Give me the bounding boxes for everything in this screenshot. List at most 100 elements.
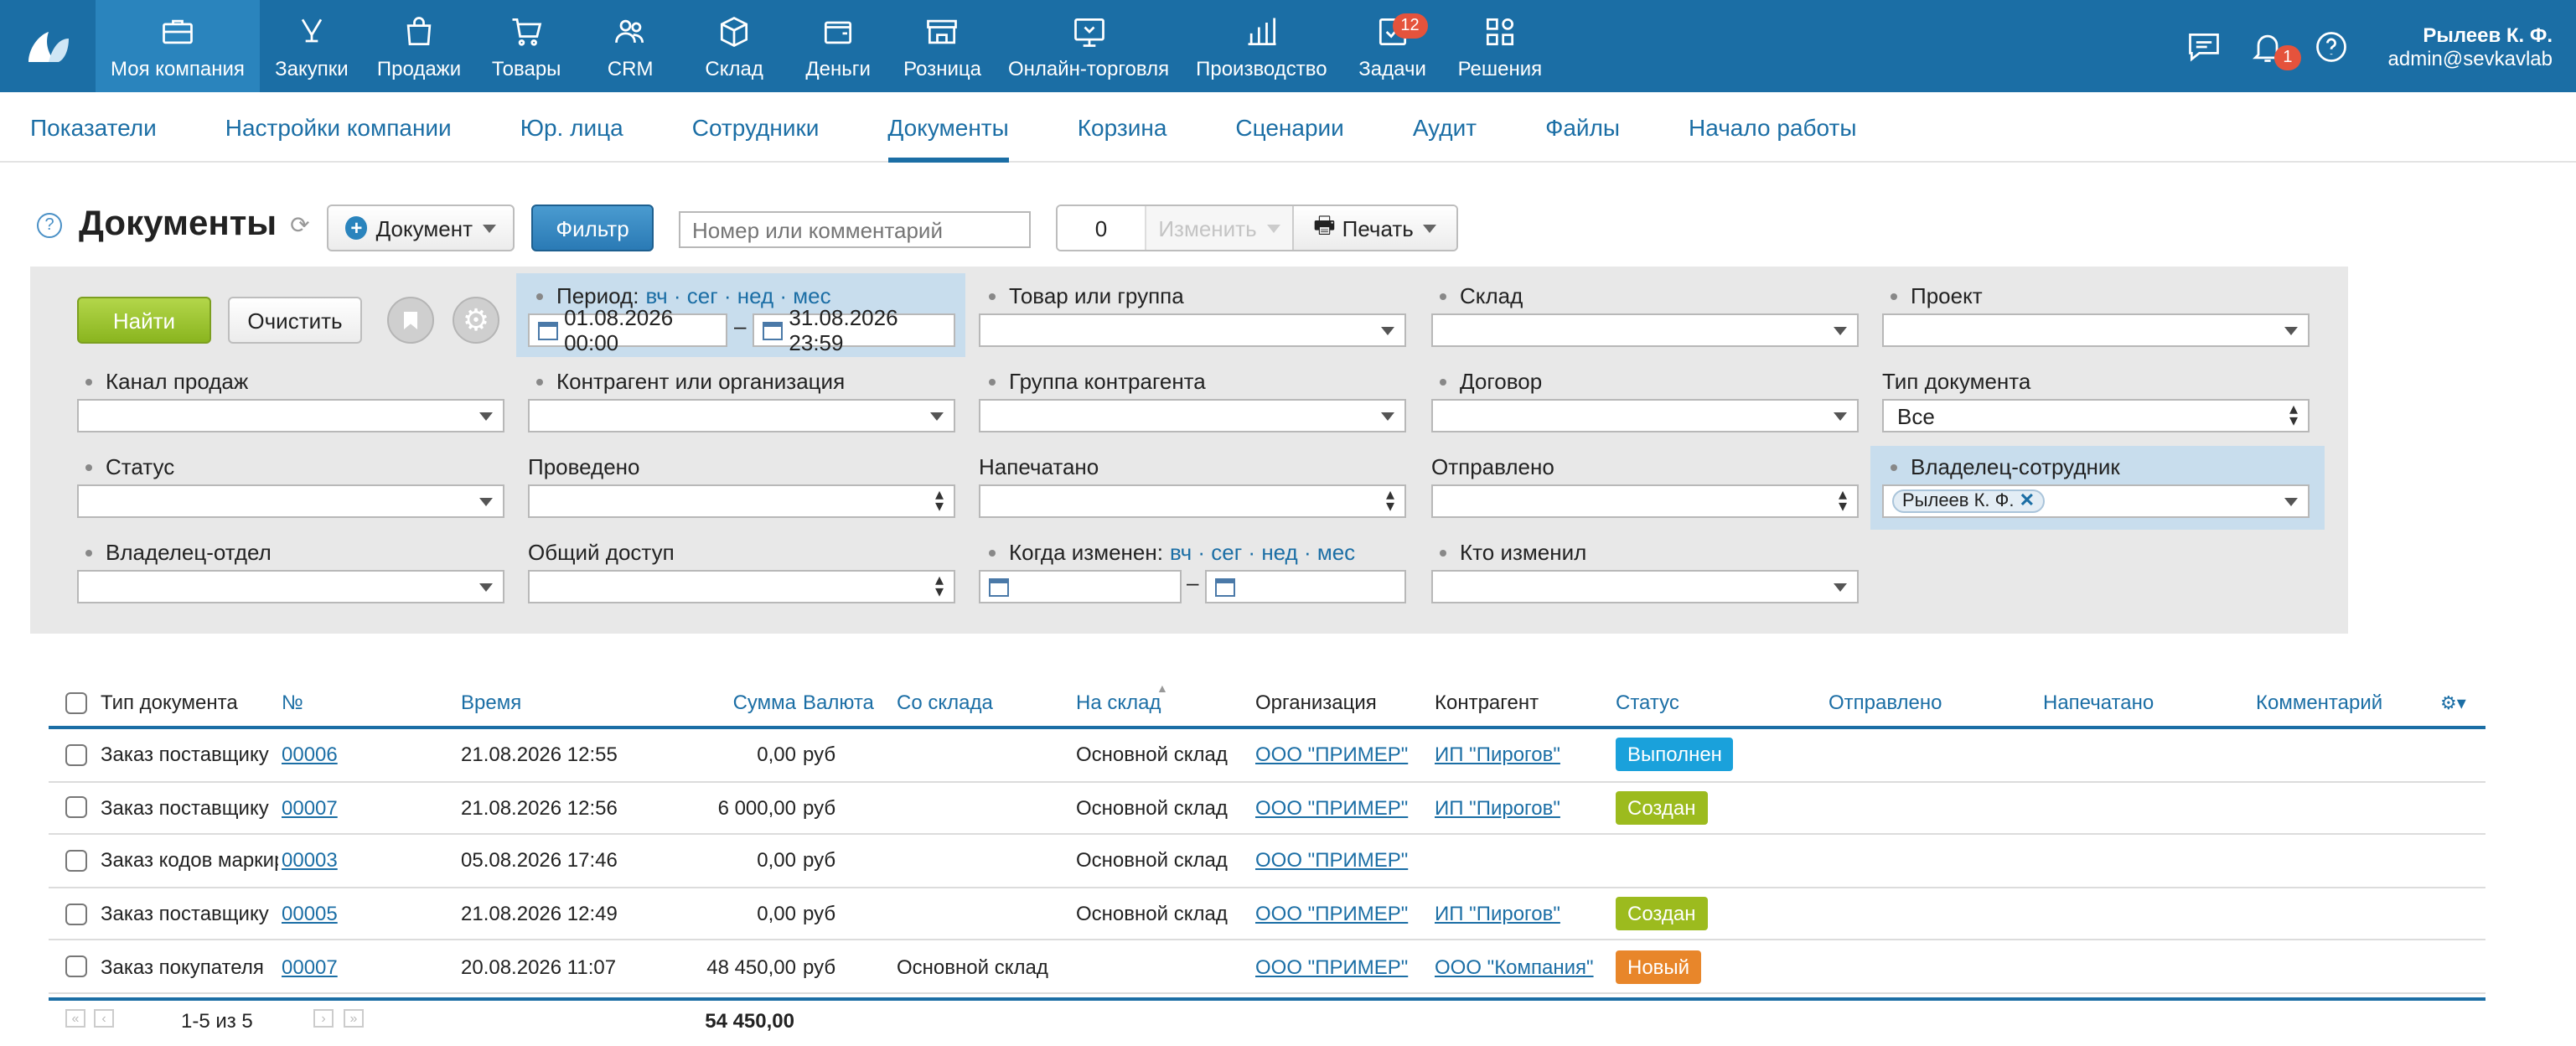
table-row[interactable]: Заказ поставщику 00007 21.08.2026 12:56 6 0… xyxy=(49,782,2485,836)
nav-item-0[interactable]: Моя компания xyxy=(96,0,260,92)
cell-number-link[interactable]: 00007 xyxy=(282,796,338,820)
nav-item-1[interactable]: Закупки xyxy=(260,0,364,92)
sales-channel-select[interactable] xyxy=(77,399,504,432)
subnav-tab-3[interactable]: Сотрудники xyxy=(692,91,820,162)
col-number[interactable]: № xyxy=(282,691,303,714)
col-doc-type[interactable]: Тип документа xyxy=(101,691,238,714)
counterparty-group-select[interactable] xyxy=(979,399,1406,432)
cell-organization-link[interactable]: ООО "ПРИМЕР" xyxy=(1255,902,1408,925)
nav-item-8[interactable]: Онлайн-торговля xyxy=(995,0,1182,92)
col-comment[interactable]: Комментарий xyxy=(2256,691,2382,714)
status-select[interactable] xyxy=(77,484,504,518)
col-sum[interactable]: Сумма xyxy=(733,691,796,714)
chat-icon[interactable] xyxy=(2184,26,2224,66)
col-from-warehouse[interactable]: Со склада xyxy=(897,691,993,714)
subnav-tab-8[interactable]: Файлы xyxy=(1545,91,1620,162)
next-page-icon[interactable]: › xyxy=(313,1009,334,1028)
new-document-button[interactable]: + Документ xyxy=(327,205,515,251)
moysklad-logo[interactable] xyxy=(0,0,96,92)
owner-employee-select[interactable]: Рылеев К. Ф. ✕ xyxy=(1882,484,2310,518)
posted-select[interactable]: ▴ ▾ xyxy=(528,484,955,518)
nav-item-2[interactable]: Продажи xyxy=(364,0,474,92)
col-status[interactable]: Статус xyxy=(1616,691,1679,714)
row-checkbox[interactable] xyxy=(65,903,87,925)
close-icon[interactable]: ✕ xyxy=(2020,491,2035,511)
project-select[interactable] xyxy=(1882,313,2310,347)
table-row[interactable]: Заказ кодов маркир 00003 05.08.2026 17:46 0… xyxy=(49,835,2485,888)
bell-icon[interactable]: 1 xyxy=(2248,26,2301,70)
nav-item-9[interactable]: Производство xyxy=(1182,0,1341,92)
row-checkbox[interactable] xyxy=(65,955,87,978)
change-button[interactable]: Изменить xyxy=(1145,206,1292,250)
subnav-tab-9[interactable]: Начало работы xyxy=(1689,91,1856,162)
changed-to-input[interactable] xyxy=(1205,570,1406,603)
contract-select[interactable] xyxy=(1431,399,1859,432)
nav-item-6[interactable]: Деньги xyxy=(786,0,890,92)
row-checkbox[interactable] xyxy=(65,743,87,766)
sent-select[interactable]: ▴ ▾ xyxy=(1431,484,1859,518)
table-row[interactable]: Заказ поставщику 00006 21.08.2026 12:55 0,0… xyxy=(49,729,2485,783)
user-menu[interactable]: Рылеев К. Ф. admin@sevkavlab xyxy=(2388,23,2553,70)
cell-number-link[interactable]: 00007 xyxy=(282,955,338,978)
changed-quick-links[interactable]: вч · сег · нед · мес xyxy=(1170,540,1355,565)
doc-type-select[interactable]: Все ▴ ▾ xyxy=(1882,399,2310,432)
print-button[interactable]: 🖶 Печать xyxy=(1292,206,1456,250)
cell-counterparty-link[interactable]: ООО "Компания" xyxy=(1435,955,1594,978)
gear-icon[interactable]: ⚙ xyxy=(453,297,499,344)
subnav-tab-0[interactable]: Показатели xyxy=(30,91,157,162)
period-from-input[interactable]: 01.08.2026 00:00 xyxy=(528,305,727,355)
col-counterparty[interactable]: Контрагент xyxy=(1435,691,1539,714)
printed-select[interactable]: ▴ ▾ xyxy=(979,484,1406,518)
shared-select[interactable]: ▴ ▾ xyxy=(528,570,955,603)
col-organization[interactable]: Организация xyxy=(1255,691,1377,714)
cell-counterparty-link[interactable]: ИП "Пирогов" xyxy=(1435,902,1560,925)
cell-number-link[interactable]: 00005 xyxy=(282,902,338,925)
nav-item-7[interactable]: Розница xyxy=(890,0,995,92)
nav-item-5[interactable]: Склад xyxy=(682,0,786,92)
cell-counterparty-link[interactable]: ИП "Пирогов" xyxy=(1435,796,1560,820)
owner-tag[interactable]: Рылеев К. Ф. ✕ xyxy=(1892,489,2046,513)
counterparty-select[interactable] xyxy=(528,399,955,432)
period-to-input[interactable]: 31.08.2026 23:59 xyxy=(753,305,955,355)
clear-button[interactable]: Очистить xyxy=(228,297,362,344)
table-row[interactable]: Заказ поставщику 00005 21.08.2026 12:49 0,0… xyxy=(49,888,2485,941)
first-page-icon[interactable]: « xyxy=(65,1009,85,1028)
nav-item-11[interactable]: Решения xyxy=(1445,0,1556,92)
col-time[interactable]: Время xyxy=(461,691,521,714)
changed-from-input[interactable] xyxy=(979,570,1182,603)
changed-by-select[interactable] xyxy=(1431,570,1859,603)
subnav-tab-6[interactable]: Сценарии xyxy=(1235,91,1343,162)
nav-item-4[interactable]: CRM xyxy=(578,0,682,92)
product-select[interactable] xyxy=(979,313,1406,347)
cell-number-link[interactable]: 00006 xyxy=(282,743,338,767)
owner-dept-select[interactable] xyxy=(77,570,504,603)
column-settings-icon[interactable]: ⚙▾ xyxy=(2440,691,2466,713)
cell-organization-link[interactable]: ООО "ПРИМЕР" xyxy=(1255,743,1408,767)
help-icon[interactable]: ? xyxy=(37,212,62,237)
subnav-tab-7[interactable]: Аудит xyxy=(1413,91,1477,162)
cell-number-link[interactable]: 00003 xyxy=(282,849,338,873)
subnav-tab-4[interactable]: Документы xyxy=(887,91,1010,162)
cell-organization-link[interactable]: ООО "ПРИМЕР" xyxy=(1255,849,1408,873)
search-input[interactable] xyxy=(679,211,1031,248)
col-printed[interactable]: Напечатано xyxy=(2043,691,2154,714)
col-currency[interactable]: Валюта xyxy=(803,691,874,714)
help-icon[interactable] xyxy=(2311,26,2351,66)
table-row[interactable]: Заказ покупателя 00007 20.08.2026 11:07 48 … xyxy=(49,941,2485,994)
cell-counterparty-link[interactable]: ИП "Пирогов" xyxy=(1435,743,1560,767)
refresh-icon[interactable]: ⟳ xyxy=(290,210,309,239)
row-checkbox[interactable] xyxy=(65,849,87,872)
prev-page-icon[interactable]: ‹ xyxy=(94,1009,114,1028)
select-all-checkbox[interactable] xyxy=(65,691,87,713)
subnav-tab-1[interactable]: Настройки компании xyxy=(225,91,452,162)
filter-button[interactable]: Фильтр xyxy=(531,205,654,251)
cell-organization-link[interactable]: ООО "ПРИМЕР" xyxy=(1255,955,1408,978)
row-checkbox[interactable] xyxy=(65,796,87,819)
nav-item-10[interactable]: Задачи 12 xyxy=(1341,0,1445,92)
bookmark-icon[interactable] xyxy=(387,297,434,344)
nav-item-3[interactable]: Товары xyxy=(474,0,578,92)
subnav-tab-2[interactable]: Юр. лица xyxy=(520,91,623,162)
col-to-warehouse[interactable]: На склад xyxy=(1076,691,1161,714)
subnav-tab-5[interactable]: Корзина xyxy=(1078,91,1167,162)
find-button[interactable]: Найти xyxy=(77,297,211,344)
